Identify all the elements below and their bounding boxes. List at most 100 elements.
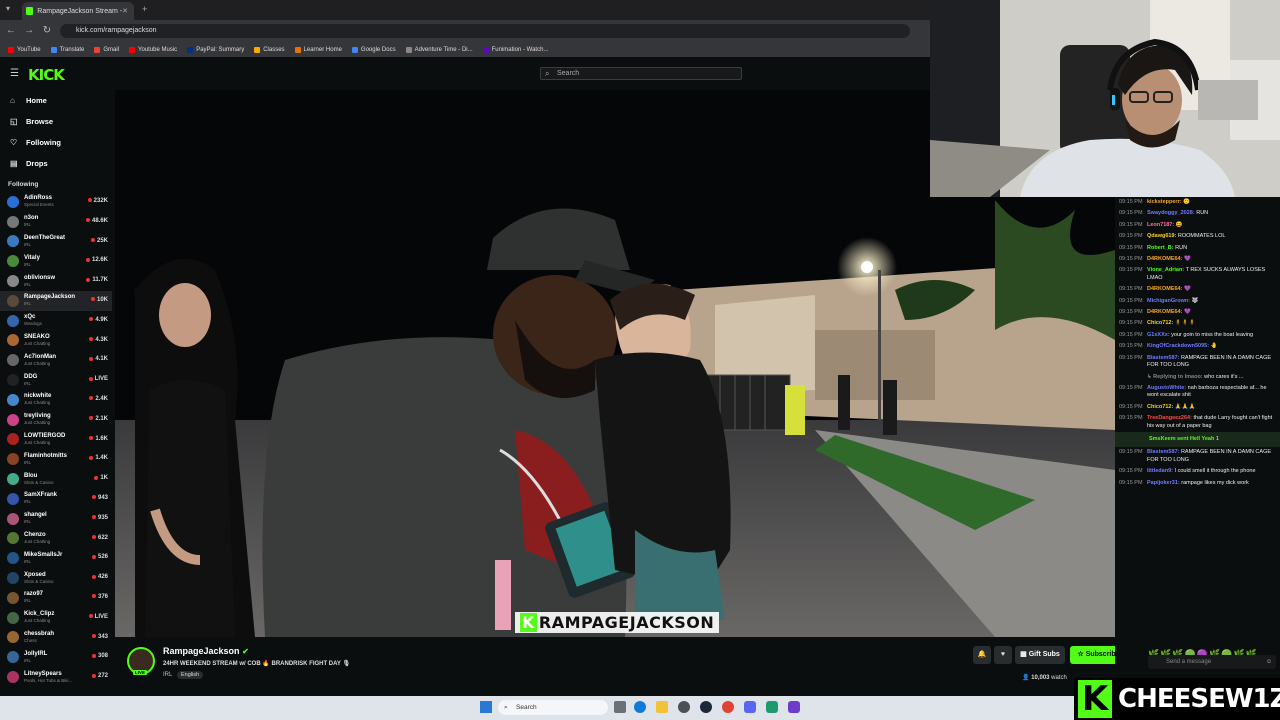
- following-item[interactable]: DeenTheGreat IRL 25K: [0, 232, 112, 252]
- twitch-icon[interactable]: [788, 701, 800, 713]
- bookmark-item[interactable]: Gmail: [94, 46, 119, 53]
- task-view-icon[interactable]: [614, 701, 626, 713]
- language-tag[interactable]: English: [177, 671, 204, 679]
- following-item[interactable]: LitneySpears Pools, Hot Tubs & Biki... 272: [0, 667, 112, 687]
- stream-category[interactable]: IRL: [163, 672, 172, 678]
- settings-gear-icon[interactable]: [678, 701, 690, 713]
- following-item[interactable]: AdinRoss Special Events 232K: [0, 192, 112, 212]
- chat-username[interactable]: Blastem587:: [1147, 449, 1179, 455]
- following-item[interactable]: Ac7ionMan Just Chatting 4.1K: [0, 350, 112, 370]
- chat-username[interactable]: SmsKeem sent Hell Yeah: [1149, 436, 1214, 442]
- following-item[interactable]: Chenzo Just Chatting 622: [0, 529, 112, 549]
- kick-logo[interactable]: KICK: [28, 66, 65, 84]
- bookmark-item[interactable]: PayPal: Summary: [187, 46, 244, 53]
- following-item[interactable]: Blou Slots & Casino 1K: [0, 469, 112, 489]
- chat-emote: 🙂: [1183, 199, 1190, 205]
- following-item[interactable]: oblivionsw IRL 11.7K: [0, 271, 112, 291]
- gift-subs-button[interactable]: ▦ Gift Subs: [1015, 646, 1065, 664]
- discord-icon[interactable]: [744, 701, 756, 713]
- chat-panel: 09:15 PM kickstepperr: 🙂 09:15 PM Swaydoggy…: [1115, 197, 1280, 695]
- steam-icon[interactable]: [700, 701, 712, 713]
- following-item[interactable]: n3on IRL 48.6K: [0, 212, 112, 232]
- back-icon[interactable]: ←: [4, 24, 18, 38]
- reload-icon[interactable]: ↻: [40, 24, 54, 38]
- edge-icon[interactable]: [634, 701, 646, 713]
- bookmark-item[interactable]: Google Docs: [351, 46, 396, 53]
- sidebar-nav-drops[interactable]: ▤ Drops: [0, 153, 112, 174]
- following-item[interactable]: Vitaly IRL 12.6K: [0, 251, 112, 271]
- chat-username[interactable]: ↳ Replying to lmaoo:: [1147, 374, 1203, 380]
- following-item[interactable]: nickwhite Just Chatting 2.4K: [0, 390, 112, 410]
- bookmark-item[interactable]: YouTube: [8, 46, 41, 53]
- chat-username[interactable]: D4RKOME64:: [1147, 256, 1182, 262]
- chat-username[interactable]: Chico712:: [1147, 320, 1173, 326]
- gift-icon: ▦: [1020, 651, 1029, 658]
- following-item[interactable]: JollyIRL IRL 308: [0, 647, 112, 667]
- chat-username[interactable]: Papijoker31:: [1147, 480, 1180, 486]
- chat-username[interactable]: D4RKOME64:: [1147, 309, 1182, 315]
- following-item[interactable]: MikeSmallsJr IRL 526: [0, 548, 112, 568]
- following-item[interactable]: razo97 IRL 376: [0, 588, 112, 608]
- following-item[interactable]: xQc Wardogs 4.9K: [0, 311, 112, 331]
- tab-menu-icon[interactable]: ▾: [6, 4, 16, 14]
- new-tab-icon[interactable]: +: [142, 4, 147, 14]
- following-item-text: Chenzo Just Chatting: [24, 532, 50, 545]
- following-item[interactable]: chessbrah Chess 343: [0, 628, 112, 648]
- chat-text: ROOMMATES LOL: [1177, 233, 1226, 240]
- following-item-text: Xposed Slots & Casino: [24, 572, 54, 585]
- url-field[interactable]: kick.com/rampagejackson: [60, 24, 910, 38]
- bookmark-item[interactable]: Translate: [50, 46, 84, 53]
- notification-bell-icon[interactable]: 🔔: [973, 646, 991, 664]
- menu-icon[interactable]: ☰: [10, 68, 19, 79]
- chat-username[interactable]: MichiganGrown:: [1147, 298, 1190, 304]
- start-menu-icon[interactable]: [480, 701, 492, 713]
- bookmark-item[interactable]: Funimation - Watch...: [482, 46, 548, 53]
- sidebar-nav-browse[interactable]: ◱ Browse: [0, 111, 112, 132]
- following-item[interactable]: Kick_Clipz Just Chatting LIVE: [0, 608, 112, 628]
- chat-username[interactable]: kickstepperr:: [1147, 199, 1182, 205]
- browser-tab[interactable]: RampageJackson Stream - ✕: [22, 2, 134, 20]
- chat-username[interactable]: TreeDangeez264:: [1147, 415, 1192, 421]
- chat-username[interactable]: Robert_B:: [1147, 245, 1174, 251]
- chat-username[interactable]: Leon7187:: [1147, 222, 1174, 228]
- sidebar-nav-following[interactable]: ♡ Following: [0, 132, 112, 153]
- bookmark-item[interactable]: Learner Home: [294, 46, 342, 53]
- chat-username[interactable]: Qdawg619:: [1147, 233, 1176, 239]
- forward-icon[interactable]: →: [22, 24, 36, 38]
- chrome-icon[interactable]: [722, 701, 734, 713]
- chat-text: rampage likes my dick work: [1181, 479, 1249, 486]
- following-item[interactable]: SamXFrank IRL 943: [0, 489, 112, 509]
- chat-username[interactable]: Vione_Adrian:: [1147, 267, 1184, 273]
- close-tab-icon[interactable]: ✕: [122, 7, 128, 15]
- following-item[interactable]: shangel IRL 935: [0, 509, 112, 529]
- nav-label: Following: [26, 138, 61, 147]
- app-icon[interactable]: [766, 701, 778, 713]
- chat-username[interactable]: Chico712:: [1147, 404, 1173, 410]
- taskbar-search[interactable]: ⌕ Search: [498, 700, 608, 715]
- nav-label: Home: [26, 96, 47, 105]
- chat-input[interactable]: Send a message ☺: [1148, 655, 1276, 669]
- chat-username[interactable]: Iittledan9:: [1147, 468, 1173, 474]
- chat-username[interactable]: KingOfCrackdown5095:: [1147, 343, 1209, 349]
- chat-username[interactable]: Swaydoggy_2028:: [1147, 210, 1195, 216]
- streamer-name[interactable]: RampageJackson ✔: [163, 646, 249, 656]
- chat-username[interactable]: D4RKOME64:: [1147, 286, 1182, 292]
- following-item[interactable]: Flaminhotmitts IRL 1.4K: [0, 449, 112, 469]
- search-input[interactable]: ⌕ Search: [540, 67, 742, 80]
- bookmark-item[interactable]: Classes: [254, 46, 285, 53]
- emoji-icon[interactable]: ☺: [1266, 655, 1272, 669]
- sidebar-nav-home[interactable]: ⌂ Home: [0, 90, 112, 111]
- following-item[interactable]: Xposed Slots & Casino 426: [0, 568, 112, 588]
- bookmark-item[interactable]: Youtube Music: [129, 46, 177, 53]
- following-item[interactable]: SNEAKO Just Chatting 4.3K: [0, 331, 112, 351]
- following-item[interactable]: treyliving Just Chatting 2.1K: [0, 410, 112, 430]
- chat-username[interactable]: G1sXXx:: [1147, 332, 1170, 338]
- bookmark-item[interactable]: Adventure Time - Di...: [405, 46, 473, 53]
- following-item[interactable]: DDG IRL LIVE: [0, 370, 112, 390]
- chat-username[interactable]: AugustoWhite:: [1147, 385, 1186, 391]
- file-explorer-icon[interactable]: [656, 701, 668, 713]
- following-item[interactable]: LOWTIERGOD Just Chatting 1.6K: [0, 430, 112, 450]
- chat-username[interactable]: Blastem587:: [1147, 355, 1179, 361]
- following-item[interactable]: RampageJackson IRL 10K: [0, 290, 112, 311]
- follow-heart-icon[interactable]: ♥: [994, 646, 1012, 664]
